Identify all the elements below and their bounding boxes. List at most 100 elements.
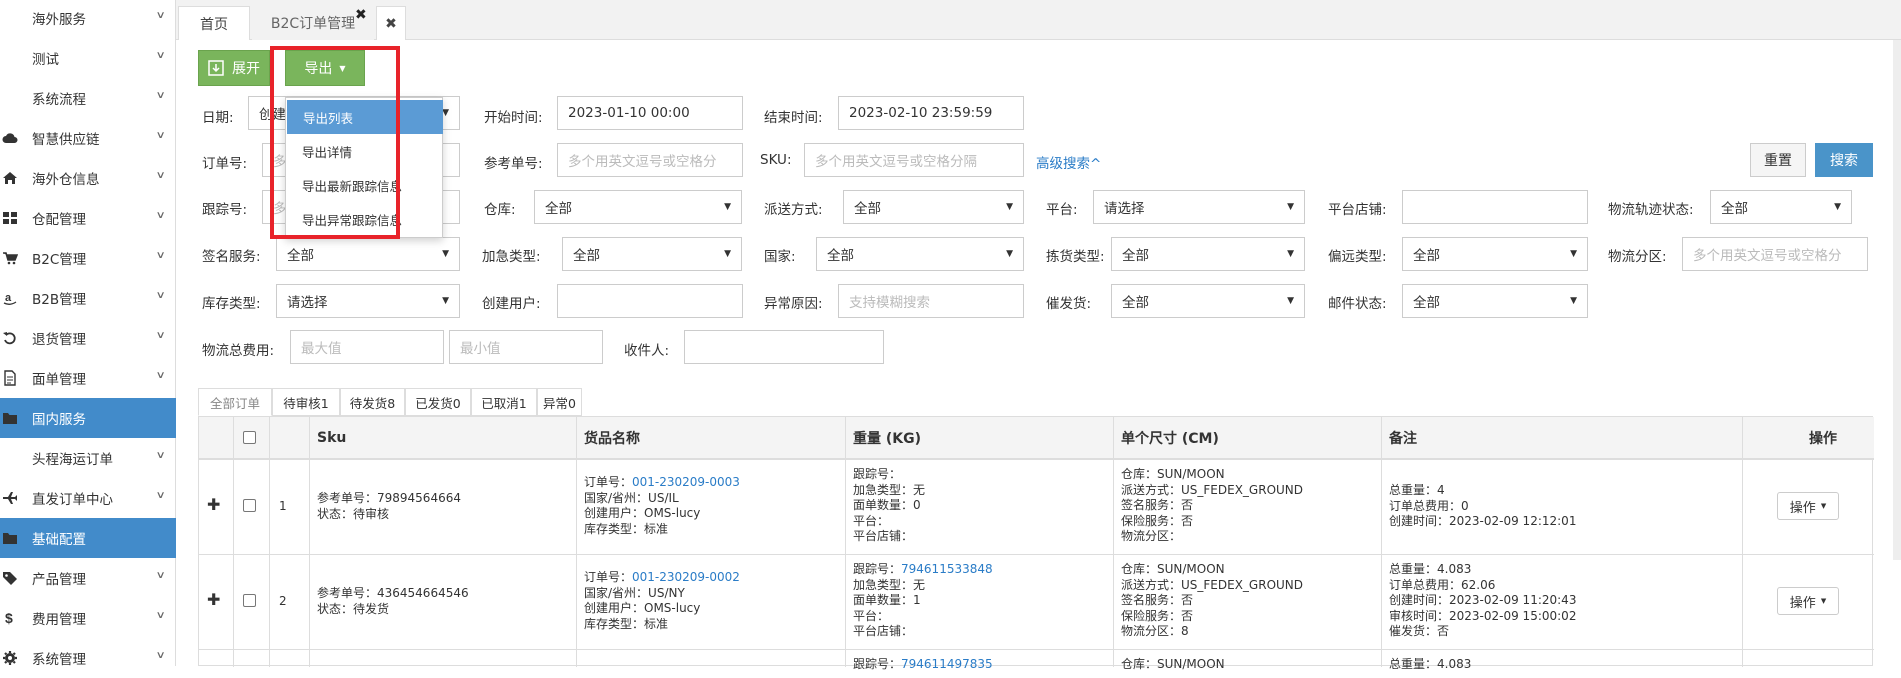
sidebar-item-9[interactable]: 面单管理 ∨	[0, 358, 176, 398]
row-2-order-label: 订单号：	[584, 570, 633, 584]
page-scrollbar[interactable]	[1893, 40, 1901, 560]
sidebar-item-6[interactable]: B2C管理 ∨	[0, 238, 176, 278]
mail-status-select[interactable]: 全部	[1402, 284, 1588, 318]
sidebar-item-12[interactable]: 直发订单中心 ∨	[0, 478, 176, 518]
sidebar-item-3[interactable]: 智慧供应链 ∨	[0, 118, 176, 158]
exception-input[interactable]: 支持模糊搜索	[838, 284, 1024, 318]
sidebar-item-7[interactable]: a B2B管理 ∨	[0, 278, 176, 318]
row-1-goods-cell: 订单号：001-230209-0003 国家/省州：US/IL 创建用户：OMS…	[584, 475, 740, 537]
sidebar-item-0[interactable]: 海外服务 ∨	[0, 0, 176, 38]
sidebar-item-label: 费用管理	[32, 612, 86, 628]
row-2-checkbox[interactable]	[243, 594, 256, 607]
status-tab-4[interactable]: 已取消1	[471, 388, 537, 416]
search-button[interactable]: 搜索	[1815, 143, 1873, 177]
urgent-select[interactable]: 全部	[562, 237, 742, 271]
expand-row-2-icon[interactable]: ✚	[207, 590, 220, 609]
svg-text:a: a	[5, 292, 12, 304]
receiver-input[interactable]	[684, 330, 884, 364]
sku-label: SKU:	[760, 152, 792, 168]
end-time-input[interactable]: 2023-02-10 23:59:59	[838, 96, 1024, 130]
row-1-remark-cell: 总重量：4 订单总费用：0 创建时间：2023-02-09 12:12:01	[1389, 483, 1576, 530]
fee-max-input[interactable]: 最大值	[290, 330, 444, 364]
sidebar-item-5[interactable]: 仓配管理 ∨	[0, 198, 176, 238]
sign-select[interactable]: 全部	[276, 237, 460, 271]
sku-input[interactable]: 多个用英文逗号或空格分隔	[804, 143, 1024, 177]
sidebar-item-label: 海外服务	[32, 12, 86, 28]
sidebar-item-2[interactable]: 系统流程 ∨	[0, 78, 176, 118]
sidebar-item-label: 海外仓信息	[32, 172, 100, 188]
row-1-creator: 创建用户：OMS-lucy	[584, 506, 701, 521]
country-value: 全部	[827, 248, 854, 264]
close-all-tabs-icon[interactable]: ✖	[376, 6, 406, 40]
cart-icon	[2, 251, 18, 265]
status-tab-5[interactable]: 异常0	[537, 388, 582, 416]
pick-type-select[interactable]: 全部	[1111, 237, 1305, 271]
sidebar-item-4[interactable]: 海外仓信息 ∨	[0, 158, 176, 198]
remote-type-select[interactable]: 全部	[1402, 237, 1588, 271]
logistics-status-select[interactable]: 全部	[1710, 190, 1852, 224]
sign-label: 签名服务:	[202, 249, 261, 265]
grid-icon	[2, 211, 18, 225]
sidebar-item-1[interactable]: 测试 ∨	[0, 38, 176, 78]
start-time-label: 开始时间:	[484, 110, 543, 126]
status-tab-1[interactable]: 待审核1	[272, 388, 340, 416]
row-2-shop: 平台店铺：	[853, 624, 914, 639]
sidebar-item-10[interactable]: 国内服务	[0, 398, 176, 438]
receiver-label: 收件人:	[624, 343, 670, 359]
col-weight: 重量 (KG)	[853, 417, 922, 459]
platform-label: 平台:	[1046, 202, 1078, 218]
row-2-urge: 催发货：否	[1389, 624, 1450, 639]
row-2-audit-time: 审核时间：2023-02-09 15:00:02	[1389, 608, 1577, 623]
sidebar-item-15[interactable]: $ 费用管理 ∨	[0, 598, 176, 638]
advanced-search-link[interactable]: 高级搜索^	[1036, 152, 1101, 172]
stock-type-select[interactable]: 请选择	[276, 284, 460, 318]
tab-close-icon[interactable]: ✖	[355, 7, 367, 23]
sidebar-item-14[interactable]: 产品管理 ∨	[0, 558, 176, 598]
warehouse-select[interactable]: 全部	[534, 190, 742, 224]
platform-select[interactable]: 请选择	[1093, 190, 1305, 224]
order-no-label: 订单号:	[202, 156, 248, 172]
remote-type-value: 全部	[1413, 248, 1440, 264]
row-2-creator: 创建用户：OMS-lucy	[584, 601, 701, 616]
status-tab-3[interactable]: 已发货0	[405, 388, 471, 416]
country-select[interactable]: 全部	[816, 237, 1024, 271]
status-tab-2[interactable]: 待发货8	[340, 388, 405, 416]
row-3-track-link[interactable]: 794611497835	[901, 657, 993, 671]
expand-icon	[208, 60, 224, 76]
row-2-track-link[interactable]: 794611533848	[901, 562, 993, 576]
row-3-remark-cell: 总重量：4.083	[1389, 657, 1472, 671]
remote-type-label: 偏远类型:	[1328, 249, 1387, 265]
sidebar-item-11[interactable]: 头程海运订单 ∨	[0, 438, 176, 478]
row-1-size-cell: 仓库：SUN/MOON 派送方式：US_FEDEX_GROUND 签名服务：否 …	[1121, 467, 1303, 545]
row-2-stock-type: 库存类型：标准	[584, 616, 669, 631]
fee-min-input[interactable]: 最小值	[449, 330, 603, 364]
reset-button[interactable]: 重置	[1750, 143, 1806, 177]
shop-input[interactable]	[1402, 190, 1588, 224]
table-header-bg	[199, 417, 1874, 459]
expand-row-1-icon[interactable]: ✚	[207, 495, 220, 514]
row-1-order-link[interactable]: 001-230209-0003	[632, 475, 740, 489]
delivery-select[interactable]: 全部	[843, 190, 1024, 224]
row-1-ref-no: 参考单号：79894564664	[317, 491, 461, 505]
ref-no-input[interactable]: 多个用英文逗号或空格分	[557, 143, 743, 177]
tab-home[interactable]: 首页	[178, 6, 250, 40]
row-1-total-weight: 总重量：4	[1389, 483, 1445, 497]
cloud-icon	[2, 131, 18, 145]
sidebar-item-16[interactable]: 系统管理 ∨	[0, 638, 176, 678]
sidebar-item-13[interactable]: 基础配置	[0, 518, 176, 558]
row-1-checkbox[interactable]	[243, 499, 256, 512]
zone-input[interactable]: 多个用英文逗号或空格分	[1682, 237, 1868, 271]
urge-select[interactable]: 全部	[1111, 284, 1305, 318]
select-all-checkbox[interactable]	[243, 431, 256, 444]
row-2-order-link[interactable]: 001-230209-0002	[632, 570, 740, 584]
expand-button[interactable]: 展开	[198, 50, 270, 86]
status-tab-0[interactable]: 全部订单	[198, 388, 272, 416]
stock-type-label: 库存类型:	[202, 296, 261, 312]
row-1-create-time: 创建时间：2023-02-09 12:12:01	[1389, 514, 1577, 529]
sidebar-item-8[interactable]: 退货管理 ∨	[0, 318, 176, 358]
row-2-weight-cell: 跟踪号：794611533848 加急类型：无 面单数量：1 平台： 平台店铺：	[853, 562, 993, 640]
creator-input[interactable]	[557, 284, 743, 318]
start-time-input[interactable]: 2023-01-10 00:00	[557, 96, 743, 130]
row-1-ops-button[interactable]: 操作 ▼	[1777, 492, 1839, 520]
row-2-ops-button[interactable]: 操作 ▼	[1777, 587, 1839, 615]
